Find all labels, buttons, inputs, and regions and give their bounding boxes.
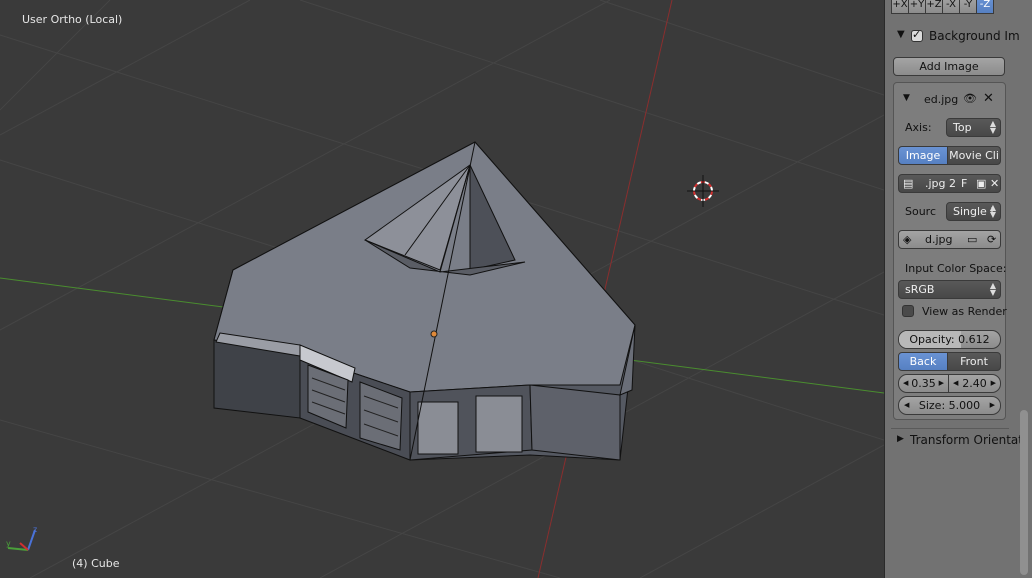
view-label: User Ortho (Local) bbox=[22, 13, 123, 26]
pack-icon[interactable]: ▣ bbox=[976, 175, 986, 192]
tab-back[interactable]: Back bbox=[898, 352, 948, 371]
axis-button-plus-y[interactable]: +Y bbox=[908, 0, 926, 14]
image-icon[interactable]: ▤ bbox=[903, 175, 913, 192]
decrement-arrow-icon[interactable]: ◀ bbox=[953, 375, 958, 392]
origin-point bbox=[430, 330, 438, 338]
svg-text:z: z bbox=[33, 525, 37, 534]
eye-icon[interactable]: 👁 bbox=[963, 92, 977, 105]
panel-scrollbar[interactable] bbox=[1020, 410, 1028, 575]
offset-y-field[interactable]: ◀ 2.40 ▶ bbox=[948, 374, 1001, 393]
background-images-header[interactable]: Background Im bbox=[929, 29, 1020, 43]
image-name[interactable]: ed.jpg bbox=[924, 93, 958, 106]
updown-arrows-icon: ▲ ▼ bbox=[989, 119, 996, 135]
axis-button-plus-x[interactable]: +X bbox=[891, 0, 909, 14]
decrement-arrow-icon[interactable]: ◀ bbox=[904, 397, 909, 414]
axis-button-minus-z[interactable]: -Z bbox=[976, 0, 994, 14]
collapse-triangle-icon[interactable]: ▼ bbox=[897, 29, 905, 40]
divider bbox=[891, 428, 1009, 429]
expand-triangle-icon[interactable]: ▼ bbox=[903, 93, 910, 103]
close-icon[interactable]: ✕ bbox=[983, 91, 994, 106]
svg-text:y: y bbox=[6, 539, 11, 548]
cube-mesh[interactable] bbox=[213, 141, 636, 461]
increment-arrow-icon[interactable]: ▶ bbox=[991, 375, 996, 392]
filepath-row: ◈ d.jpg ▭ ⟳ bbox=[898, 230, 1001, 249]
3d-viewport[interactable]: z y User Ortho (Local) (4) Cube bbox=[0, 0, 884, 578]
opacity-slider[interactable]: Opacity: 0.612 bbox=[898, 330, 1001, 349]
color-space-value: sRGB bbox=[905, 283, 935, 296]
checkmark-icon: ✓ bbox=[912, 28, 922, 41]
increment-arrow-icon[interactable]: ▶ bbox=[939, 375, 944, 392]
user-count[interactable]: 2 bbox=[949, 175, 956, 192]
package-icon[interactable]: ◈ bbox=[903, 231, 911, 248]
offset-x-field[interactable]: ◀ 0.35 ▶ bbox=[898, 374, 949, 393]
offset-x-value: 0.35 bbox=[911, 377, 936, 390]
axis-gizmo-icon: z y bbox=[6, 525, 37, 551]
background-images-checkbox[interactable]: ✓ bbox=[911, 28, 923, 42]
add-image-button[interactable]: Add Image bbox=[893, 57, 1005, 76]
axis-button-minus-x[interactable]: -X bbox=[942, 0, 960, 14]
view-axis-buttons: +X +Y +Z -X -Y -Z bbox=[891, 0, 1009, 15]
axis-button-minus-y[interactable]: -Y bbox=[959, 0, 977, 14]
tab-front[interactable]: Front bbox=[947, 352, 1001, 371]
reload-icon[interactable]: ⟳ bbox=[987, 231, 996, 248]
axis-dropdown[interactable]: Top ▲ ▼ bbox=[946, 118, 1001, 137]
folder-icon[interactable]: ▭ bbox=[967, 231, 977, 248]
color-space-dropdown[interactable]: sRGB ▲ ▼ bbox=[898, 280, 1001, 299]
size-value: Size: 5.000 bbox=[918, 399, 981, 412]
source-label: Sourc bbox=[905, 205, 937, 218]
opacity-value: Opacity: 0.612 bbox=[909, 333, 990, 346]
scene-canvas[interactable]: z y bbox=[0, 0, 884, 578]
size-field[interactable]: ◀ Size: 5.000 ▶ bbox=[898, 396, 1001, 415]
offset-y-value: 2.40 bbox=[962, 377, 987, 390]
view-as-render-checkbox[interactable] bbox=[902, 305, 914, 317]
filepath-field[interactable]: d.jpg bbox=[925, 231, 953, 248]
axis-label: Axis: bbox=[905, 121, 932, 134]
3d-cursor-icon[interactable] bbox=[687, 175, 719, 207]
tab-image[interactable]: Image bbox=[898, 146, 948, 165]
transform-orientation-header[interactable]: Transform Orientat bbox=[910, 433, 1023, 447]
increment-arrow-icon[interactable]: ▶ bbox=[990, 397, 995, 414]
source-dropdown[interactable]: Single I ▲ ▼ bbox=[946, 202, 1001, 221]
input-color-space-label: Input Color Space: bbox=[905, 262, 1007, 275]
axis-dropdown-value: Top bbox=[953, 121, 972, 134]
view-as-render-label[interactable]: View as Render bbox=[922, 305, 1007, 318]
updown-arrows-icon: ▲ ▼ bbox=[989, 281, 996, 297]
image-file-row: ▤ .jpg 2 F ▣ ✕ bbox=[898, 174, 1001, 193]
decrement-arrow-icon[interactable]: ◀ bbox=[903, 375, 908, 392]
properties-panel: +X +Y +Z -X -Y -Z ▼ ✓ Background Im Add … bbox=[884, 0, 1032, 578]
updown-arrows-icon: ▲ ▼ bbox=[989, 203, 996, 219]
unlink-icon[interactable]: ✕ bbox=[990, 175, 999, 192]
fake-user[interactable]: F bbox=[961, 175, 967, 192]
collapse-triangle-icon[interactable]: ▶ bbox=[897, 434, 904, 444]
file-extension[interactable]: .jpg bbox=[925, 175, 946, 192]
object-label: (4) Cube bbox=[72, 557, 120, 570]
axis-button-plus-z[interactable]: +Z bbox=[925, 0, 943, 14]
source-dropdown-value: Single I bbox=[953, 205, 994, 218]
tab-movie-clip[interactable]: Movie Cli bbox=[947, 146, 1001, 165]
